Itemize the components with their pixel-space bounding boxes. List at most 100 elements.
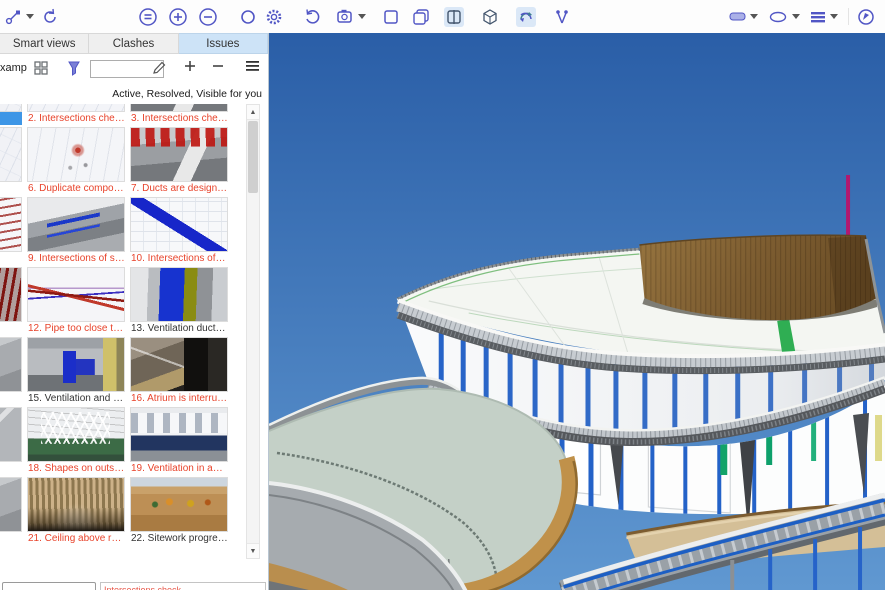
issue-thumbnail[interactable] bbox=[130, 197, 228, 252]
markup-dropdown-caret[interactable] bbox=[24, 7, 36, 27]
toolbar-separator bbox=[848, 8, 849, 25]
fill-style-caret[interactable] bbox=[748, 7, 760, 27]
viewpoint-dropdown-caret[interactable] bbox=[356, 7, 368, 27]
section-plane-icon[interactable] bbox=[444, 7, 464, 27]
issue-card[interactable]: 19. Ventilation in audit... bbox=[130, 407, 228, 475]
main-toolbar bbox=[0, 0, 885, 34]
issue-card[interactable]: 13. Ventilation duct to... bbox=[130, 267, 228, 335]
issue-card[interactable]: 12. Pipe too close to w... bbox=[27, 267, 125, 335]
issue-card[interactable]: 10. Intersections of col... bbox=[130, 197, 228, 265]
issue-card[interactable]: ck... bbox=[0, 104, 22, 125]
issue-thumbnail[interactable] bbox=[130, 337, 228, 392]
issue-thumbnail[interactable] bbox=[130, 267, 228, 322]
issue-card[interactable]: an... bbox=[0, 197, 22, 265]
issue-thumbnail[interactable] bbox=[0, 104, 22, 112]
issue-thumbnail[interactable] bbox=[0, 407, 22, 462]
issue-thumbnail[interactable] bbox=[130, 104, 228, 112]
issue-thumbnail[interactable] bbox=[130, 407, 228, 462]
issue-thumbnail[interactable] bbox=[27, 104, 125, 112]
scrollbar-thumb[interactable] bbox=[248, 121, 258, 193]
edit-pencil-icon[interactable] bbox=[151, 60, 167, 81]
fill-style-icon[interactable] bbox=[728, 7, 748, 27]
tab-issues[interactable]: Issues bbox=[179, 33, 268, 54]
frames-overlap-icon[interactable] bbox=[411, 7, 431, 27]
issue-thumbnail[interactable] bbox=[0, 337, 22, 392]
issue-label: ck... bbox=[0, 112, 22, 125]
issue-card[interactable]: 15. Ventilation and pre... bbox=[27, 337, 125, 405]
issue-thumbnail[interactable] bbox=[27, 267, 125, 322]
sync-icon[interactable] bbox=[40, 7, 60, 27]
issue-card[interactable]: 16. Atrium is interrupte... bbox=[130, 337, 228, 405]
outline-style-caret[interactable] bbox=[790, 7, 802, 27]
tab-smart-views[interactable]: Smart views bbox=[0, 33, 89, 54]
3d-model-scene[interactable] bbox=[269, 33, 885, 590]
panel-tabs: Smart views Clashes Issues bbox=[0, 33, 268, 54]
issue-card[interactable]: e ... bbox=[0, 127, 22, 195]
circle-tool-icon[interactable] bbox=[238, 7, 258, 27]
issue-thumbnail[interactable] bbox=[0, 477, 22, 532]
add-issue-button[interactable] bbox=[183, 59, 197, 78]
issue-thumbnail[interactable] bbox=[27, 337, 125, 392]
filter-icon[interactable] bbox=[66, 60, 82, 82]
outline-style-icon[interactable] bbox=[768, 7, 788, 27]
issue-label bbox=[0, 532, 22, 545]
scroll-down-button[interactable]: ▼ bbox=[247, 543, 259, 558]
green-fin bbox=[811, 419, 816, 461]
issue-thumbnail[interactable] bbox=[27, 127, 125, 182]
issue-card[interactable]: 2. Intersections check... bbox=[27, 104, 125, 125]
issue-thumbnail[interactable] bbox=[27, 197, 125, 252]
issues-controls: xamp bbox=[0, 54, 268, 84]
issue-label: nt... bbox=[0, 462, 22, 475]
issue-thumbnail[interactable] bbox=[0, 267, 22, 322]
issue-thumbnail[interactable] bbox=[0, 197, 22, 252]
issue-label: 18. Shapes on outside... bbox=[27, 462, 125, 475]
3d-viewport[interactable] bbox=[269, 33, 885, 590]
issue-card[interactable]: 6. Duplicate compone... bbox=[27, 127, 125, 195]
issue-card[interactable]: la... bbox=[0, 267, 22, 335]
grid-view-icon[interactable] bbox=[33, 60, 49, 81]
issue-label: an... bbox=[0, 252, 22, 265]
zoom-out-circle-icon[interactable] bbox=[198, 7, 218, 27]
markup-tool-icon[interactable] bbox=[4, 7, 24, 27]
remove-issue-button[interactable] bbox=[211, 59, 225, 78]
navigate-icon[interactable] bbox=[856, 7, 876, 27]
issue-label: 10. Intersections of col... bbox=[130, 252, 228, 265]
issue-card[interactable]: 18. Shapes on outside... bbox=[27, 407, 125, 475]
zoom-in-circle-icon[interactable] bbox=[168, 7, 188, 27]
issue-thumbnail[interactable] bbox=[27, 477, 125, 532]
issues-scrollbar[interactable]: ▲ ▼ bbox=[246, 104, 260, 559]
issues-panel: Smart views Clashes Issues xamp bbox=[0, 33, 268, 590]
line-style-caret[interactable] bbox=[828, 7, 840, 27]
undo-icon[interactable] bbox=[302, 7, 322, 27]
cube-icon[interactable] bbox=[480, 7, 500, 27]
issue-card[interactable]: 7. Ducts are designed... bbox=[130, 127, 228, 195]
issue-card[interactable]: 21. Ceiling above rece... bbox=[27, 477, 125, 545]
issue-thumbnail[interactable] bbox=[130, 477, 228, 532]
settings-gear-icon[interactable] bbox=[264, 7, 284, 27]
viewpoint-icon[interactable] bbox=[336, 7, 356, 27]
issue-card[interactable]: nt... bbox=[0, 407, 22, 475]
issue-label: 15. Ventilation and pre... bbox=[27, 392, 125, 405]
filter-summary[interactable]: Active, Resolved, Visible for you bbox=[0, 88, 262, 100]
issue-card[interactable]: wc... bbox=[0, 337, 22, 405]
menu-icon[interactable] bbox=[245, 59, 260, 78]
issue-grid: ck... 2. Intersections check...3. Interse… bbox=[0, 104, 244, 545]
issue-thumbnail[interactable] bbox=[0, 127, 22, 182]
issue-circle-list-icon[interactable] bbox=[138, 7, 158, 27]
issue-card[interactable]: 22. Sitework progress... bbox=[130, 477, 228, 545]
frame-icon[interactable] bbox=[381, 7, 401, 27]
issue-thumbnail[interactable] bbox=[27, 407, 125, 462]
issue-label: 9. Intersections of slab bbox=[27, 252, 125, 265]
line-style-icon[interactable] bbox=[808, 7, 828, 27]
issue-card[interactable]: 9. Intersections of slab bbox=[27, 197, 125, 265]
issue-thumbnail[interactable] bbox=[130, 127, 228, 182]
tab-clashes[interactable]: Clashes bbox=[89, 33, 178, 54]
split-view-icon[interactable] bbox=[552, 7, 572, 27]
scroll-up-button[interactable]: ▲ bbox=[247, 105, 259, 120]
issue-label: e ... bbox=[0, 182, 22, 195]
issue-card[interactable] bbox=[0, 477, 22, 545]
selected-issue-title-field[interactable]: Intersections check... bbox=[100, 582, 266, 590]
orbit-icon[interactable] bbox=[516, 7, 536, 27]
issue-footer-field[interactable] bbox=[2, 582, 96, 590]
issue-card[interactable]: 3. Intersections check:... bbox=[130, 104, 228, 125]
